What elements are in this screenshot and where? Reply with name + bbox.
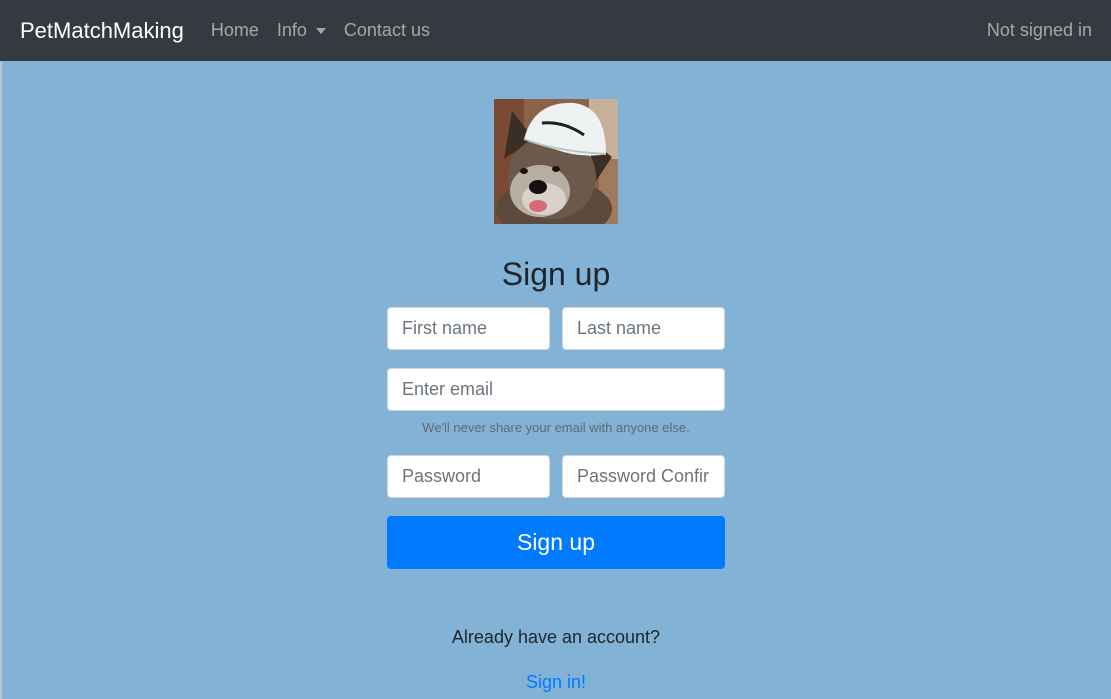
nav-link-info-label: Info [276, 20, 307, 40]
password-field[interactable] [387, 455, 550, 498]
chevron-down-icon [315, 27, 326, 34]
already-account-text: Already have an account? [451, 627, 661, 647]
nav-link-home-label: Home [210, 20, 259, 40]
name-row [387, 307, 725, 350]
email-help-text: We'll never share your email with anyone… [422, 420, 690, 435]
nav-dropdown-info[interactable]: Info [277, 20, 326, 41]
window-edge [0, 0, 2, 699]
signup-button[interactable]: Sign up [387, 516, 725, 569]
dog-avatar-image [494, 99, 618, 224]
email-row [387, 368, 725, 411]
dog-helmet-picture [494, 99, 618, 224]
nav-link-contact-label: Contact us [343, 20, 430, 40]
nav-link-home[interactable]: Home [211, 20, 259, 41]
last-name-field[interactable] [562, 307, 725, 350]
navbar: PetMatchMaking Home Info Contact us Not … [0, 0, 1111, 61]
signin-status: Not signed in [986, 20, 1092, 40]
signup-form: Sign up We'll never share your email wit… [387, 61, 725, 693]
brand-link[interactable]: PetMatchMaking [20, 18, 184, 44]
page-title: Sign up [501, 256, 611, 292]
nav-link-contact[interactable]: Contact us [344, 20, 430, 41]
first-name-field[interactable] [387, 307, 550, 350]
signin-link[interactable]: Sign in! [526, 671, 586, 693]
password-confirm-field[interactable] [562, 455, 725, 498]
password-row [387, 455, 725, 498]
email-field[interactable] [387, 368, 725, 411]
